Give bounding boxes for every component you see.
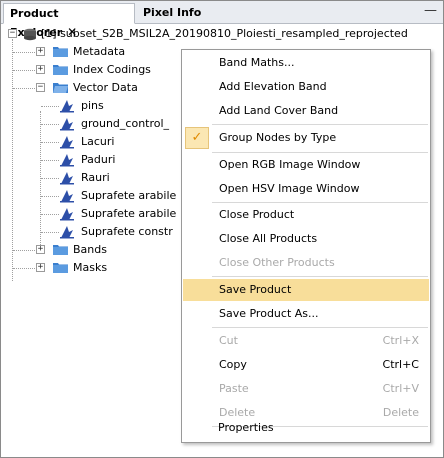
tab-bar: Product Explorer ✕ Pixel Info — xyxy=(1,1,443,39)
folder-icon xyxy=(53,47,68,57)
tree-label: Bands xyxy=(73,243,107,256)
tree-branch-line xyxy=(41,232,59,233)
minimize-icon[interactable]: — xyxy=(424,3,437,18)
tree-label: Metadata xyxy=(73,45,126,58)
tree-node-vector[interactable]: pins xyxy=(1,97,201,115)
tree-label: Lacuri xyxy=(81,135,115,148)
menu-item-label: Group Nodes by Type xyxy=(219,131,337,144)
tree-label: pins xyxy=(81,99,104,112)
menu-item-close-other-products: Close Other Products xyxy=(219,256,335,269)
menu-item-copy[interactable]: Copy Ctrl+C xyxy=(183,354,429,376)
menu-item-add-elevation-band[interactable]: Add Elevation Band xyxy=(183,76,429,98)
tree-label: Paduri xyxy=(81,153,116,166)
tree-node-root[interactable]: − [1] subset_S2B_MSIL2A_20190810_Ploiest… xyxy=(1,25,443,43)
menu-item-save-product[interactable]: Save Product xyxy=(183,279,429,301)
folder-icon xyxy=(53,263,68,273)
menu-item-cut: Cut Ctrl+X xyxy=(183,330,429,352)
tree-node-masks[interactable]: + Masks xyxy=(1,259,201,277)
tree-node-vector[interactable]: ground_control_ xyxy=(1,115,201,133)
shortcut-label: Ctrl+C xyxy=(382,358,419,371)
expand-icon[interactable]: + xyxy=(36,263,45,272)
tree-branch-line xyxy=(41,142,59,143)
checkmark-icon: ✓ xyxy=(185,127,209,149)
shortcut-label: Ctrl+X xyxy=(382,334,419,347)
vector-data-icon xyxy=(60,100,74,113)
tree-branch-line xyxy=(13,88,35,89)
expand-icon[interactable]: + xyxy=(36,47,45,56)
folder-open-icon xyxy=(53,83,68,93)
tab-pixel-info-label: Pixel Info xyxy=(143,6,202,19)
menu-item-save-product-as[interactable]: Save Product As... xyxy=(183,303,429,325)
tab-pixel-info[interactable]: Pixel Info xyxy=(137,3,217,23)
vector-data-icon xyxy=(60,226,74,239)
tree-branch-line xyxy=(41,178,59,179)
tab-product-explorer[interactable]: Product Explorer ✕ xyxy=(3,3,135,39)
folder-icon xyxy=(53,65,68,75)
tree-label: Index Codings xyxy=(73,63,151,76)
tree-node-vector[interactable]: Suprafete constr xyxy=(1,223,201,241)
tree-branch-line xyxy=(41,214,59,215)
menu-item-properties[interactable]: Properties xyxy=(182,417,428,439)
vector-data-icon xyxy=(60,136,74,149)
tree-node-vector[interactable]: Suprafete arabile xyxy=(1,187,201,205)
menu-item-close-all-products[interactable]: Close All Products xyxy=(183,228,429,250)
menu-separator xyxy=(212,152,428,153)
menu-item-open-rgb-image-window[interactable]: Open RGB Image Window xyxy=(183,154,429,176)
menu-item-paste: Paste Ctrl+V xyxy=(183,378,429,400)
menu-item-band-maths[interactable]: Band Maths... xyxy=(183,52,429,74)
collapse-icon[interactable]: − xyxy=(36,83,45,92)
menu-item-add-land-cover-band[interactable]: Add Land Cover Band xyxy=(183,100,429,122)
tree-label: ground_control_ xyxy=(81,117,170,130)
product-icon xyxy=(24,28,36,41)
tree-branch-line xyxy=(13,52,35,53)
vector-data-icon xyxy=(60,118,74,131)
tree-branch-line xyxy=(41,196,59,197)
menu-separator xyxy=(212,124,428,125)
expand-icon[interactable]: + xyxy=(36,245,45,254)
folder-icon xyxy=(53,245,68,255)
menu-item-group-nodes-by-type[interactable]: ✓ Group Nodes by Type xyxy=(183,127,429,149)
menu-item-close-product[interactable]: Close Product xyxy=(183,204,429,226)
shortcut-label: Ctrl+V xyxy=(382,382,419,395)
vector-data-icon xyxy=(60,154,74,167)
tree-node-vector[interactable]: Lacuri xyxy=(1,133,201,151)
menu-separator xyxy=(212,327,428,328)
menu-item-label: Paste xyxy=(219,382,249,395)
tree-label: Masks xyxy=(73,261,108,274)
tree-node-vector[interactable]: Paduri xyxy=(1,151,201,169)
vector-data-icon xyxy=(60,172,74,185)
tree-branch-line xyxy=(13,70,35,71)
tree-branch-line xyxy=(41,160,59,161)
tree-branch-line xyxy=(13,268,35,269)
menu-item-label: Cut xyxy=(219,334,238,347)
tree-root-label: [1] subset_S2B_MSIL2A_20190810_Ploiesti_… xyxy=(41,27,408,40)
tree-label: Vector Data xyxy=(73,81,138,94)
tree-label: Rauri xyxy=(81,171,110,184)
tree-branch-line xyxy=(41,106,59,107)
vector-data-icon xyxy=(60,190,74,203)
tree-label: Suprafete arabile xyxy=(81,189,177,202)
collapse-icon[interactable]: − xyxy=(8,29,17,38)
menu-separator xyxy=(212,202,428,203)
tree-node-bands[interactable]: + Bands xyxy=(1,241,201,259)
tree-label: Suprafete arabile xyxy=(81,207,177,220)
tree-branch-line xyxy=(13,250,35,251)
tree-node-vector[interactable]: Rauri xyxy=(1,169,201,187)
product-explorer-window: Product Explorer ✕ Pixel Info — − [1] sub… xyxy=(0,0,444,458)
context-menu: Band Maths... Add Elevation Band Add Lan… xyxy=(181,49,431,443)
vector-data-icon xyxy=(60,208,74,221)
menu-item-label: Copy xyxy=(219,358,247,371)
tree-branch-line xyxy=(41,124,59,125)
menu-item-open-hsv-image-window[interactable]: Open HSV Image Window xyxy=(183,178,429,200)
menu-separator xyxy=(212,276,428,277)
tree-node-vector[interactable]: Suprafete arabile xyxy=(1,205,201,223)
tree-label: Suprafete constr xyxy=(81,225,173,238)
expand-icon[interactable]: + xyxy=(36,65,45,74)
